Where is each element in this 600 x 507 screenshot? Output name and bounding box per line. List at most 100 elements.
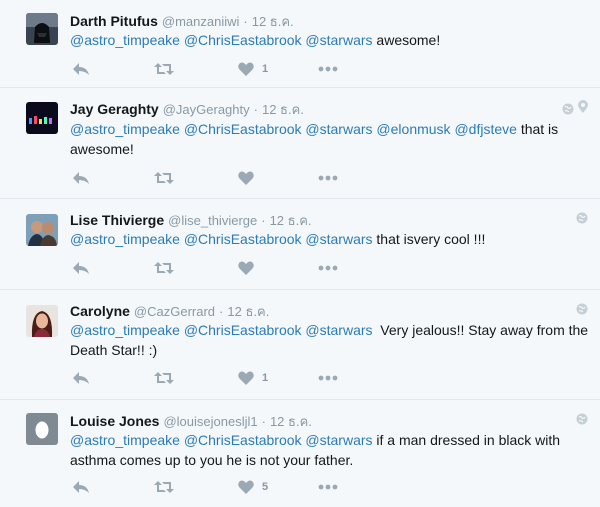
- author-name[interactable]: Louise Jones: [70, 413, 159, 429]
- like-button[interactable]: [238, 259, 262, 277]
- more-button[interactable]: [318, 60, 338, 78]
- tweet-text: @astro_timpeake @ChrisEastabrook @starwa…: [70, 30, 590, 50]
- retweet-icon: [154, 481, 174, 493]
- tweet[interactable]: Darth Pitufus @manzaniiwi · 12 ธ.ค. @astro_…: [0, 0, 600, 88]
- tweet-header: Jay Geraghty @JayGeraghty · 12 ธ.ค.: [70, 99, 304, 120]
- tweet-actions: [70, 169, 370, 187]
- retweet-button[interactable]: [154, 60, 174, 78]
- retweet-icon: [154, 63, 174, 75]
- author-name[interactable]: Darth Pitufus: [70, 13, 158, 29]
- more-button[interactable]: [318, 169, 338, 187]
- mention-link[interactable]: @astro_timpeake: [70, 32, 180, 48]
- tweet-header: Darth Pitufus @manzaniiwi · 12 ธ.ค.: [70, 11, 294, 32]
- tweet-header: Lise Thivierge @lise_thivierge · 12 ธ.ค.: [70, 210, 312, 231]
- tweet-header: Louise Jones @louisejonesljl1 · 12 ธ.ค.: [70, 411, 312, 432]
- retweet-button[interactable]: [154, 259, 174, 277]
- separator-dot: ·: [261, 213, 266, 228]
- separator-dot: ·: [243, 14, 248, 29]
- mention-link[interactable]: @starwars: [305, 322, 372, 338]
- reply-button[interactable]: [72, 478, 90, 496]
- author-name[interactable]: Lise Thivierge: [70, 212, 164, 228]
- mention-link[interactable]: @ChrisEastabrook: [184, 32, 302, 48]
- mention-link[interactable]: @astro_timpeake: [70, 121, 180, 137]
- mention-link[interactable]: @starwars: [305, 231, 372, 247]
- mention-link[interactable]: @ChrisEastabrook: [184, 231, 302, 247]
- mention-link[interactable]: @starwars: [305, 121, 372, 137]
- woman-photo-avatar[interactable]: [26, 305, 58, 337]
- mention-link[interactable]: @ChrisEastabrook: [184, 322, 302, 338]
- retweet-button[interactable]: [154, 478, 174, 496]
- mention-link[interactable]: @elonmusk: [376, 121, 450, 137]
- mention-link[interactable]: @astro_timpeake: [70, 231, 180, 247]
- author-handle[interactable]: @CazGerrard: [134, 304, 215, 319]
- couple-photo-avatar[interactable]: [26, 214, 58, 246]
- mention-link[interactable]: @ChrisEastabrook: [184, 121, 302, 137]
- author-handle[interactable]: @JayGeraghty: [163, 102, 250, 117]
- globe-icon: [576, 212, 588, 224]
- reply-button[interactable]: [72, 60, 90, 78]
- darth-vader-avatar[interactable]: [26, 13, 58, 45]
- more-button[interactable]: [318, 478, 338, 496]
- timestamp[interactable]: 12 ธ.ค.: [227, 304, 269, 319]
- tweet[interactable]: Lise Thivierge @lise_thivierge · 12 ธ.ค. @a…: [0, 199, 600, 290]
- tweet-text: @astro_timpeake @ChrisEastabrook @starwa…: [70, 119, 590, 159]
- heart-icon: [238, 371, 254, 385]
- more-dots-icon: [318, 175, 338, 181]
- retweet-icon: [154, 172, 174, 184]
- retweet-button[interactable]: [154, 169, 174, 187]
- mention-link[interactable]: @astro_timpeake: [70, 432, 180, 448]
- timestamp[interactable]: 12 ธ.ค.: [270, 213, 312, 228]
- night-lights-avatar[interactable]: [26, 102, 58, 134]
- author-name[interactable]: Jay Geraghty: [70, 101, 159, 117]
- location-pin-icon: [578, 100, 588, 113]
- retweet-button[interactable]: [154, 369, 174, 387]
- default-egg-avatar[interactable]: [26, 413, 58, 445]
- author-handle[interactable]: @lise_thivierge: [168, 213, 257, 228]
- mention-link[interactable]: @starwars: [305, 432, 372, 448]
- heart-icon: [238, 261, 254, 275]
- timestamp[interactable]: 12 ธ.ค.: [252, 14, 294, 29]
- mention-link[interactable]: @dfjsteve: [454, 121, 516, 137]
- tweet-header: Carolyne @CazGerrard · 12 ธ.ค.: [70, 301, 269, 322]
- tweet-actions: 1: [70, 369, 370, 387]
- like-button[interactable]: [238, 169, 262, 187]
- like-button[interactable]: 1: [238, 369, 268, 387]
- tweet-actions: 5: [70, 478, 370, 496]
- mention-link[interactable]: @astro_timpeake: [70, 322, 180, 338]
- tweet-text: @astro_timpeake @ChrisEastabrook @starwa…: [70, 430, 590, 470]
- reply-button[interactable]: [72, 259, 90, 277]
- tweet[interactable]: Louise Jones @louisejonesljl1 · 12 ธ.ค. @as…: [0, 400, 600, 507]
- tweet-message: awesome!: [376, 32, 441, 48]
- more-dots-icon: [318, 375, 338, 381]
- tweet[interactable]: Jay Geraghty @JayGeraghty · 12 ธ.ค. @astro_…: [0, 88, 600, 199]
- reply-button[interactable]: [72, 169, 90, 187]
- tweet-message: that isvery cool !!!: [376, 231, 486, 247]
- timestamp[interactable]: 12 ธ.ค.: [270, 414, 312, 429]
- more-button[interactable]: [318, 259, 338, 277]
- globe-icon: [576, 413, 588, 425]
- tweet-actions: [70, 259, 370, 277]
- reply-icon: [73, 481, 89, 493]
- tweet[interactable]: Carolyne @CazGerrard · 12 ธ.ค. @astro_timpe…: [0, 290, 600, 400]
- like-button[interactable]: 1: [238, 60, 268, 78]
- author-name[interactable]: Carolyne: [70, 303, 130, 319]
- mention-link[interactable]: @starwars: [305, 32, 372, 48]
- like-button[interactable]: 5: [238, 478, 268, 496]
- author-handle[interactable]: @louisejonesljl1: [163, 414, 257, 429]
- like-count: 5: [262, 481, 269, 493]
- timestamp[interactable]: 12 ธ.ค.: [262, 102, 304, 117]
- mention-link[interactable]: @ChrisEastabrook: [184, 432, 302, 448]
- tweet-actions: 1: [70, 60, 370, 78]
- retweet-icon: [154, 262, 174, 274]
- more-dots-icon: [318, 66, 338, 72]
- tweet-text: @astro_timpeake @ChrisEastabrook @starwa…: [70, 229, 590, 249]
- more-button[interactable]: [318, 369, 338, 387]
- more-dots-icon: [318, 265, 338, 271]
- like-count: 1: [262, 372, 269, 384]
- separator-dot: ·: [253, 102, 258, 117]
- separator-dot: ·: [219, 304, 224, 319]
- globe-icon: [562, 103, 574, 115]
- reply-icon: [73, 63, 89, 75]
- author-handle[interactable]: @manzaniiwi: [162, 14, 240, 29]
- reply-button[interactable]: [72, 369, 90, 387]
